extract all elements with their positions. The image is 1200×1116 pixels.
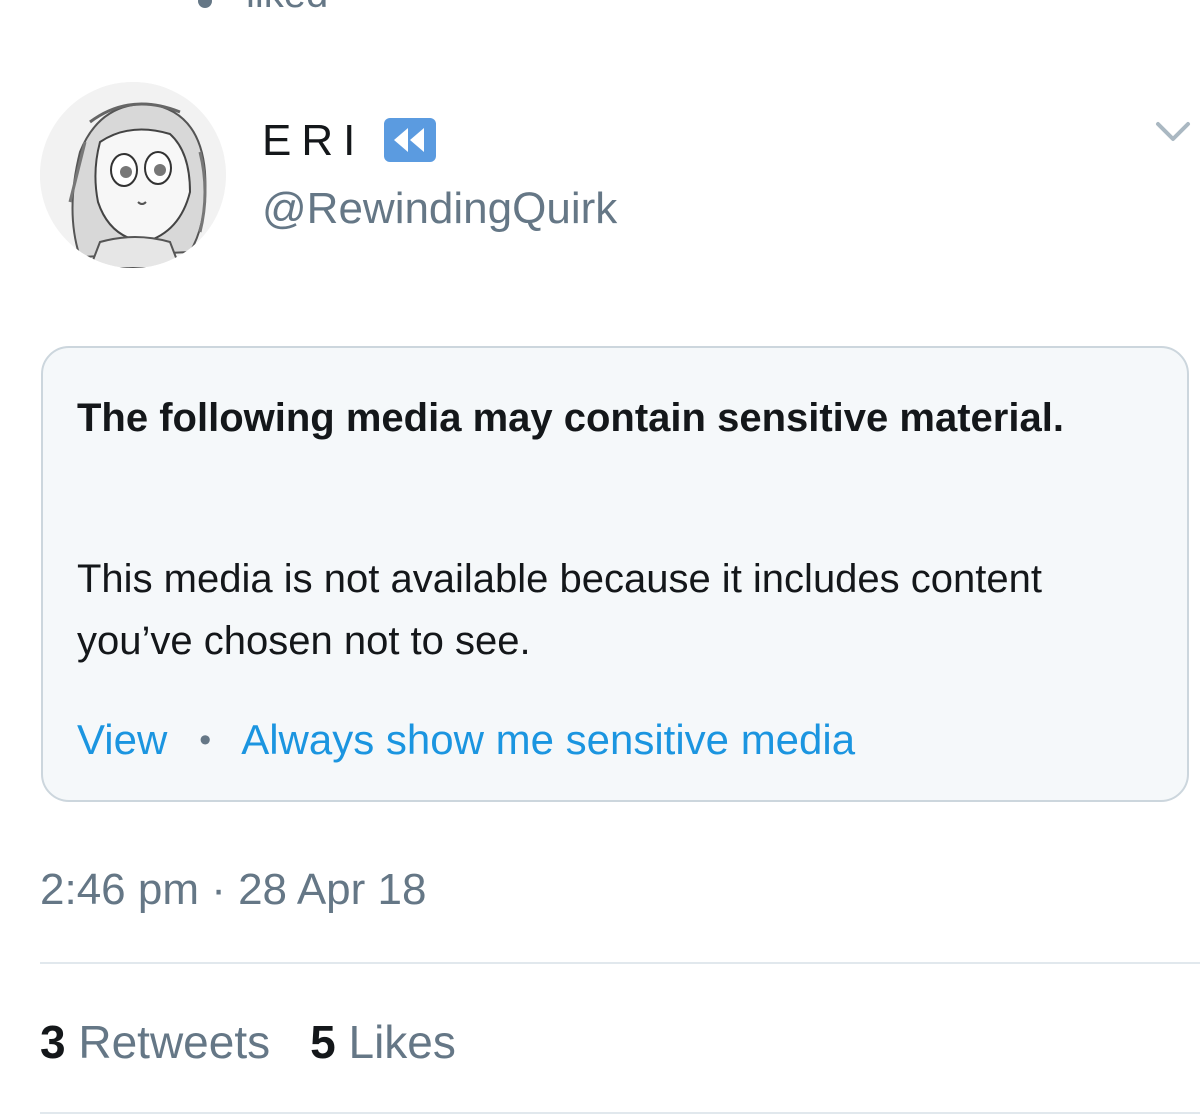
sensitive-notice-body: This media is not available because it i… xyxy=(77,557,1042,663)
chevron-down-icon[interactable] xyxy=(1152,110,1194,152)
sensitive-media-notice: The following media may contain sensitiv… xyxy=(41,346,1189,802)
view-link[interactable]: View xyxy=(77,716,167,763)
avatar-image xyxy=(40,82,226,268)
retweets-count: 3 xyxy=(40,1016,66,1068)
retweets-stat[interactable]: 3 Retweets xyxy=(40,1016,270,1068)
display-name[interactable]: ERI xyxy=(262,116,365,166)
divider xyxy=(40,1112,1200,1114)
likes-stat[interactable]: 5 Likes xyxy=(310,1016,456,1068)
action-separator: • xyxy=(199,721,212,759)
always-show-sensitive-link[interactable]: Always show me sensitive media xyxy=(241,716,855,763)
likes-count: 5 xyxy=(310,1016,336,1068)
rewind-icon xyxy=(384,118,436,162)
liked-bullet xyxy=(198,0,212,8)
sensitive-notice-actions: View • Always show me sensitive media xyxy=(77,710,855,770)
retweets-label: Retweets xyxy=(78,1016,271,1068)
tweet-stats: 3 Retweets 5 Likes xyxy=(40,1014,456,1070)
likes-label: Likes xyxy=(348,1016,456,1068)
username[interactable]: @RewindingQuirk xyxy=(262,184,617,234)
tweet-timestamp[interactable]: 2:46 pm · 28 Apr 18 xyxy=(40,862,426,918)
liked-context-row: liked xyxy=(0,0,600,14)
sensitive-notice-heading: The following media may contain sensitiv… xyxy=(77,396,1064,440)
liked-label: liked xyxy=(246,0,328,14)
avatar[interactable] xyxy=(40,82,226,268)
divider xyxy=(40,962,1200,964)
